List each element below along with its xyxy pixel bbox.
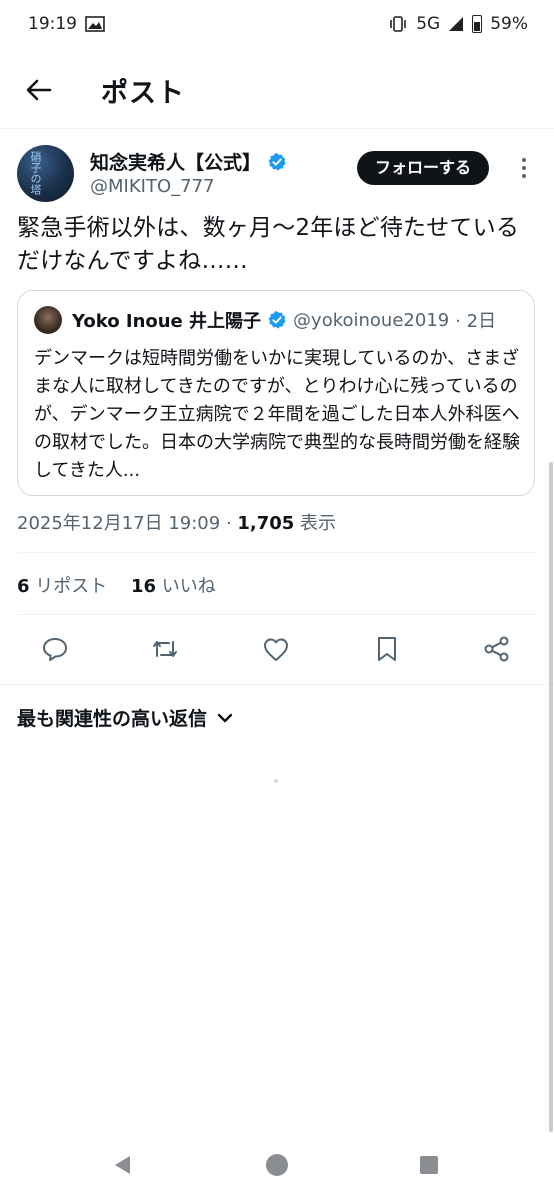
heart-icon (264, 638, 288, 661)
battery-percent: 59% (490, 14, 528, 34)
bookmark-icon (378, 637, 396, 661)
quote-author-name: Yoko Inoue 井上陽子 (72, 311, 262, 332)
loading-indicator (274, 779, 278, 783)
likes-count: 16 (131, 576, 157, 597)
circle-home-icon (266, 1154, 288, 1176)
share-button[interactable] (482, 634, 512, 664)
timestamp-separator: · (220, 513, 238, 534)
reply-icon (43, 638, 67, 661)
arrow-left-icon (26, 79, 52, 101)
divider (0, 684, 554, 685)
back-button[interactable] (15, 66, 63, 114)
reposts-stat[interactable]: 6 リポスト (17, 576, 107, 597)
verified-badge-icon (268, 152, 286, 171)
post-author-row: 硝子の塔 知念実希人【公式】 @MIKITO_777 フォローする (17, 145, 537, 203)
quote-author-handle: @yokoinoue2019 (293, 309, 450, 331)
bookmark-button[interactable] (372, 634, 402, 664)
top-bar: ポスト (0, 58, 554, 122)
page-title: ポスト (101, 77, 185, 109)
avatar-text: 硝子の塔 (29, 151, 42, 195)
gallery-notification-icon (85, 16, 105, 32)
status-bar: 19:19 5G 59% (0, 0, 554, 48)
system-nav-bar (0, 1140, 554, 1192)
like-button[interactable] (261, 634, 291, 664)
reply-sort-dropdown[interactable]: 最も関連性の高い返信 (17, 704, 233, 731)
status-right: 5G 59% (388, 14, 528, 34)
nav-back-button[interactable] (110, 1152, 136, 1178)
post-timestamp[interactable]: 2025年12月17日 19:09 (17, 513, 220, 534)
status-left: 19:19 (28, 14, 105, 34)
quote-header: Yoko Inoue 井上陽子 @yokoinoue2019 · 2日 (34, 306, 496, 334)
likes-label: いいね (156, 576, 216, 597)
author-avatar[interactable]: 硝子の塔 (17, 145, 74, 202)
network-label: 5G (416, 14, 441, 34)
divider (17, 552, 537, 553)
divider (17, 614, 537, 615)
square-recents-icon (420, 1156, 438, 1174)
scrollbar[interactable] (549, 462, 553, 1132)
author-handle[interactable]: @MIKITO_777 (90, 176, 214, 197)
engagement-stats: 6 リポスト 16 いいね (17, 572, 216, 598)
likes-stat[interactable]: 16 いいね (131, 576, 216, 597)
header-divider (0, 128, 554, 129)
vibrate-icon (390, 16, 407, 32)
chevron-down-icon (217, 713, 233, 722)
repost-button[interactable] (150, 634, 180, 664)
share-icon (484, 636, 509, 662)
nav-home-button[interactable] (264, 1152, 290, 1178)
quote-time-ago: · 2日 (455, 311, 497, 332)
author-name-row[interactable]: 知念実希人【公式】 (90, 148, 287, 175)
post-text: 緊急手術以外は、数ヶ月〜2年ほど待たせているだけなんですよね…… (17, 215, 520, 274)
quote-text: デンマークは短時間労働をいかに実現しているのか、さまざまな人に取材してきたのです… (34, 348, 520, 481)
reposts-label: リポスト (29, 576, 108, 597)
nav-recents-button[interactable] (416, 1152, 442, 1178)
triangle-back-icon (115, 1156, 130, 1174)
quoted-post-card[interactable]: Yoko Inoue 井上陽子 @yokoinoue2019 · 2日 デンマー… (17, 290, 535, 496)
repost-icon (153, 641, 177, 657)
signal-icon (449, 17, 464, 31)
actions-row (0, 628, 554, 672)
reposts-count: 6 (17, 576, 30, 597)
more-options-icon[interactable] (514, 154, 534, 182)
views-count: 1,705 (237, 513, 295, 534)
author-name: 知念実希人【公式】 (90, 152, 262, 174)
reply-button[interactable] (40, 634, 70, 664)
reply-sort-label: 最も関連性の高い返信 (17, 708, 208, 730)
quote-avatar (34, 306, 62, 334)
follow-button[interactable]: フォローする (357, 151, 490, 185)
timestamp-row: 2025年12月17日 19:09 · 1,705 表示 (17, 509, 336, 535)
battery-icon (472, 15, 483, 33)
status-time: 19:19 (28, 14, 77, 34)
verified-badge-icon (268, 311, 286, 329)
views-label: 表示 (294, 513, 337, 534)
